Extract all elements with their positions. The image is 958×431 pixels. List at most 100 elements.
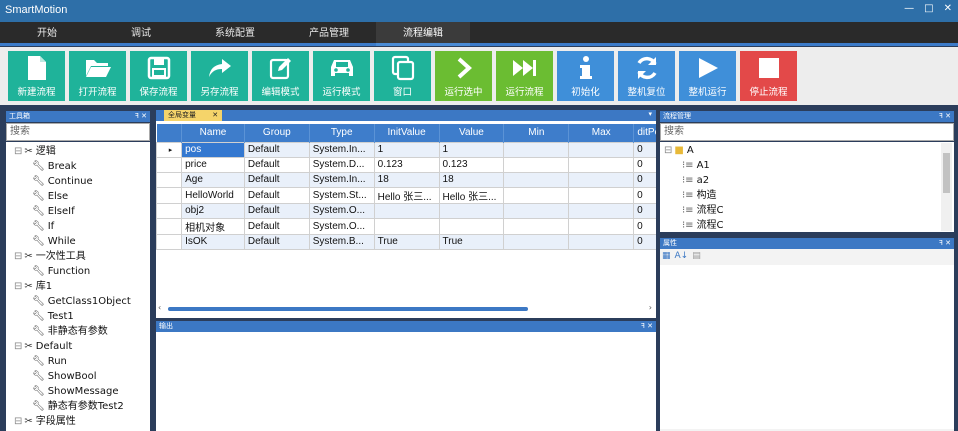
table-cell[interactable] bbox=[503, 171, 570, 188]
toolbox-item[interactable]: 🔧︎ Break bbox=[32, 159, 77, 174]
table-cell[interactable]: Default bbox=[243, 217, 310, 235]
table-cell[interactable]: 0.123 bbox=[373, 156, 440, 173]
table-cell[interactable] bbox=[568, 171, 635, 188]
table-cell[interactable]: obj2 bbox=[181, 202, 245, 219]
minimize-button[interactable]: — bbox=[904, 3, 914, 14]
maximize-button[interactable]: □ bbox=[924, 3, 933, 14]
flow-pin-close[interactable]: ꟻ ✕ bbox=[939, 111, 951, 122]
menu-start[interactable]: 开始 bbox=[0, 22, 94, 46]
table-cell[interactable] bbox=[568, 217, 635, 235]
toolbox-category[interactable]: ⊟ ✂︎ Default bbox=[14, 339, 72, 354]
toolbox-item[interactable]: 🔧︎ 非静态有参数 bbox=[32, 324, 108, 339]
toolbar-button-0[interactable]: 新建流程 bbox=[8, 51, 65, 101]
grid-hscrollbar[interactable]: ‹ › bbox=[156, 303, 656, 314]
table-cell[interactable] bbox=[438, 217, 505, 235]
table-row[interactable]: Age Default System.In... 18 18 0 bbox=[156, 171, 656, 188]
flow-tree-item[interactable]: ⁝≡ A1 bbox=[682, 158, 710, 173]
toolbar-button-6[interactable]: 窗口 bbox=[374, 51, 431, 101]
sort-az-icon[interactable]: A↓ bbox=[675, 251, 689, 261]
table-cell[interactable]: System.In... bbox=[308, 171, 375, 188]
table-row[interactable]: price Default System.D... 0.123 0.123 0 bbox=[156, 156, 656, 173]
toolbox-item[interactable]: 🔧︎ GetClass1Object bbox=[32, 294, 131, 309]
flow-tree-item[interactable]: ⊟ ■ A bbox=[664, 143, 694, 158]
flow-tree-item[interactable]: ⁝≡ 流程C bbox=[682, 218, 724, 232]
toolbox-category[interactable]: ⊟ ✂︎ 一次性工具 bbox=[14, 249, 86, 264]
row-selector[interactable] bbox=[156, 171, 183, 188]
table-cell[interactable]: HelloWorld bbox=[181, 186, 245, 204]
column-header[interactable]: Group bbox=[244, 124, 310, 142]
table-cell[interactable]: System.O... bbox=[308, 217, 375, 235]
table-cell[interactable]: System.St... bbox=[308, 186, 375, 204]
table-cell[interactable]: 0 bbox=[633, 202, 656, 219]
table-cell[interactable]: 0 bbox=[633, 233, 656, 250]
toolbar-button-8[interactable]: 运行流程 bbox=[496, 51, 553, 101]
table-cell[interactable]: System.O... bbox=[308, 202, 375, 219]
toolbar-button-2[interactable]: 保存流程 bbox=[130, 51, 187, 101]
table-row[interactable]: obj2 Default System.O... 0 bbox=[156, 202, 656, 219]
toolbox-item[interactable]: 🔧︎ 静态有参数Test2 bbox=[32, 399, 124, 414]
table-cell[interactable]: System.D... bbox=[308, 156, 375, 173]
table-cell[interactable]: 1 bbox=[438, 141, 505, 158]
table-cell[interactable]: Default bbox=[243, 233, 310, 250]
table-row[interactable]: 相机对象 Default System.O... 0 bbox=[156, 217, 656, 235]
toolbar-button-3[interactable]: 另存流程 bbox=[191, 51, 248, 101]
property-pages-icon[interactable]: ▤ bbox=[692, 251, 701, 261]
toolbox-item[interactable]: 🔧︎ ShowMessage bbox=[32, 384, 119, 399]
flow-tree-item[interactable]: ⁝≡ a2 bbox=[682, 173, 709, 188]
table-cell[interactable]: pos bbox=[181, 141, 245, 158]
table-cell[interactable]: Default bbox=[243, 171, 310, 188]
toolbox-item[interactable]: 🔧︎ ElseIf bbox=[32, 204, 75, 219]
props-pin-close[interactable]: ꟻ ✕ bbox=[939, 238, 951, 249]
output-pin-close[interactable]: ꟻ ✕ bbox=[641, 321, 653, 332]
toolbar-button-5[interactable]: 运行模式 bbox=[313, 51, 370, 101]
tab-global-vars[interactable]: 全局变量 ✕ bbox=[164, 110, 223, 121]
table-cell[interactable] bbox=[438, 202, 505, 219]
toolbox-category[interactable]: ⊟ ✂︎ 库1 bbox=[14, 279, 52, 294]
column-header[interactable]: ditPerm bbox=[633, 124, 656, 142]
table-cell[interactable]: 0 bbox=[633, 171, 656, 188]
tab-dropdown-icon[interactable]: ▾ bbox=[648, 110, 652, 118]
table-cell[interactable]: 相机对象 bbox=[181, 217, 245, 235]
table-cell[interactable] bbox=[503, 156, 570, 173]
table-cell[interactable]: 1 bbox=[373, 141, 440, 158]
table-cell[interactable]: System.B... bbox=[308, 233, 375, 250]
table-cell[interactable] bbox=[503, 141, 570, 158]
table-cell[interactable]: Default bbox=[243, 156, 310, 173]
flow-vscrollbar[interactable] bbox=[941, 143, 952, 231]
table-row[interactable]: IsOK Default System.B... True True 0 bbox=[156, 233, 656, 250]
scroll-right-icon[interactable]: › bbox=[649, 303, 652, 312]
table-cell[interactable] bbox=[503, 233, 570, 250]
close-button[interactable]: ✕ bbox=[944, 3, 952, 14]
table-cell[interactable]: True bbox=[373, 233, 440, 250]
table-cell[interactable]: Default bbox=[243, 141, 310, 158]
column-header[interactable]: Type bbox=[309, 124, 375, 142]
table-cell[interactable]: 18 bbox=[438, 171, 505, 188]
toolbox-category[interactable]: ⊟ ✂︎ 字段属性 bbox=[14, 414, 76, 429]
collapse-icon[interactable]: ⊟ bbox=[14, 416, 22, 427]
table-row[interactable]: ▸ pos Default System.In... 1 1 0 bbox=[156, 141, 656, 158]
table-cell[interactable] bbox=[568, 141, 635, 158]
toolbar-button-4[interactable]: 编辑模式 bbox=[252, 51, 309, 101]
toolbox-pin-close[interactable]: ꟻ ✕ bbox=[135, 111, 147, 122]
toolbox-category[interactable]: ⊟ ✂︎ 逻辑 bbox=[14, 144, 56, 159]
scroll-thumb[interactable] bbox=[168, 307, 528, 311]
table-cell[interactable]: 0 bbox=[633, 141, 656, 158]
table-cell[interactable]: price bbox=[181, 156, 245, 173]
table-cell[interactable]: Hello 张三... bbox=[373, 186, 440, 204]
toolbar-button-12[interactable]: 停止流程 bbox=[740, 51, 797, 101]
table-row[interactable]: HelloWorld Default System.St... Hello 张三...… bbox=[156, 186, 656, 204]
flow-tree-item[interactable]: ⁝≡ 构造 bbox=[682, 188, 717, 203]
table-cell[interactable]: 0 bbox=[633, 186, 656, 204]
table-cell[interactable] bbox=[503, 217, 570, 235]
table-cell[interactable]: Age bbox=[181, 171, 245, 188]
row-selector[interactable]: ▸ bbox=[156, 141, 183, 158]
toolbar-button-1[interactable]: 打开流程 bbox=[69, 51, 126, 101]
table-cell[interactable]: IsOK bbox=[181, 233, 245, 250]
column-header[interactable]: Value bbox=[439, 124, 505, 142]
toolbox-search-input[interactable]: 搜索 bbox=[6, 123, 150, 141]
toolbox-item[interactable]: 🔧︎ ShowBool bbox=[32, 369, 97, 384]
collapse-icon[interactable]: ⊟ bbox=[14, 146, 22, 157]
output-area[interactable] bbox=[156, 332, 656, 431]
table-cell[interactable]: 18 bbox=[373, 171, 440, 188]
table-cell[interactable] bbox=[503, 202, 570, 219]
